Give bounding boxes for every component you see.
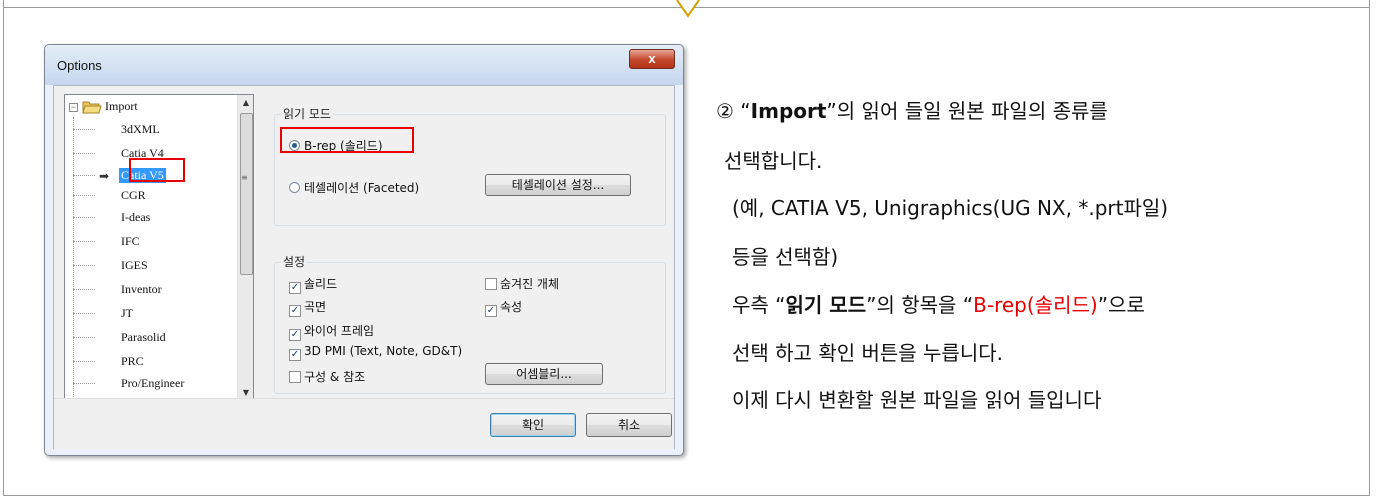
tree-item-inventor[interactable]: Inventor [73,281,233,299]
scroll-up-icon[interactable]: ▲ [238,95,253,111]
tree-item-jt[interactable]: JT [73,305,233,323]
instruction-line-6: 선택 하고 확인 버튼을 누릅니다. [732,341,1003,365]
cancel-button[interactable]: 취소 [586,413,672,437]
ok-button[interactable]: 확인 [490,413,576,437]
tree-item-cgr[interactable]: CGR [73,187,233,205]
instruction-line-5: 우측 “읽기 모드”의 항목을 “B-rep(솔리드)”으로 [732,293,1145,317]
instruction-line-1: ② “Import”의 읽어 들일 원본 파일의 종류를 [716,99,1108,123]
title-bar[interactable]: Options x [45,45,683,85]
read-mode-keyword: 읽기 모드 [785,293,867,317]
check-icon: ✓ [289,282,301,294]
instruction-line-2: 선택합니다. [724,149,823,173]
tree-item-prc[interactable]: PRC [73,353,233,371]
tree-root-import[interactable]: − Import [69,99,209,117]
tree-item-parasolid[interactable]: Parasolid [73,329,233,347]
assembly-button[interactable]: 어셈블리... [485,363,603,385]
checkbox-structure[interactable]: 구성 & 참조 [289,368,365,385]
instruction-line-4: 등을 선택함) [732,245,839,269]
check-icon: ✓ [485,305,497,317]
close-icon: x [648,51,656,66]
tree-item-3dxml[interactable]: 3dXML [73,121,233,139]
dialog-footer: 확인 취소 [54,398,674,449]
arrow-down-icon [676,0,700,18]
tree-root-label: Import [105,99,138,113]
instruction-line-3: (예, CATIA V5, Unigraphics(UG NX, *.prt파일… [732,196,1169,220]
scroll-thumb[interactable] [240,113,253,275]
check-icon: ✓ [289,305,301,317]
options-dialog: Options x − Import 3dXML Catia V4 ➡ Catia [44,44,684,456]
checkbox-wireframe[interactable]: ✓ 와이어 프레임 [289,322,374,341]
tessellation-settings-button[interactable]: 테셀레이션 설정... [485,174,631,196]
folder-open-icon [82,101,102,114]
check-icon: ✓ [289,349,301,361]
settings-group: 설정 ✓ 솔리드 ✓ 곡면 ✓ 와이어 프레임 ✓ 3D PMI (Text, Note… [274,253,666,394]
radio-faceted[interactable]: 테셀레이션 (Faceted) [289,179,419,196]
tree-item-pro-engineer[interactable]: Pro/Engineer [73,375,233,393]
highlight-brep [280,127,414,153]
checkbox-hidden-objects[interactable]: 숨겨진 개체 [485,275,559,292]
collapse-icon[interactable]: − [69,103,78,112]
brep-keyword: B-rep(솔리드) [973,293,1098,317]
checkbox-3d-pmi[interactable]: ✓ 3D PMI (Text, Note, GD&T) [289,344,462,361]
checkbox-surface[interactable]: ✓ 곡면 [289,298,326,317]
instruction-line-7: 이제 다시 변환할 원본 파일을 읽어 들입니다 [732,388,1102,412]
import-keyword: Import [750,99,827,123]
checkbox-empty-icon [485,278,497,290]
highlight-catia-v5 [129,158,185,182]
checkbox-empty-icon [289,371,301,383]
close-button[interactable]: x [629,49,675,69]
import-tree[interactable]: − Import 3dXML Catia V4 ➡ Catia V5 CGR I-… [64,94,254,402]
checkbox-attributes[interactable]: ✓ 속성 [485,298,522,317]
tree-scrollbar[interactable]: ▲ ≡ ▼ [237,95,253,401]
check-icon: ✓ [289,329,301,341]
scroll-grip-icon: ≡ [241,173,248,182]
read-mode-label: 읽기 모드 [281,105,333,122]
tree-item-ideas[interactable]: I-deas [73,209,233,227]
radio-icon [289,182,300,193]
tree-item-iges[interactable]: IGES [73,257,233,275]
arrow-right-icon: ➡ [99,169,110,183]
checkbox-solid[interactable]: ✓ 솔리드 [289,275,337,294]
tree-item-ifc[interactable]: IFC [73,233,233,251]
dialog-client-area: − Import 3dXML Catia V4 ➡ Catia V5 CGR I-… [53,85,675,449]
settings-label: 설정 [281,253,308,270]
dialog-title: Options [57,58,102,73]
